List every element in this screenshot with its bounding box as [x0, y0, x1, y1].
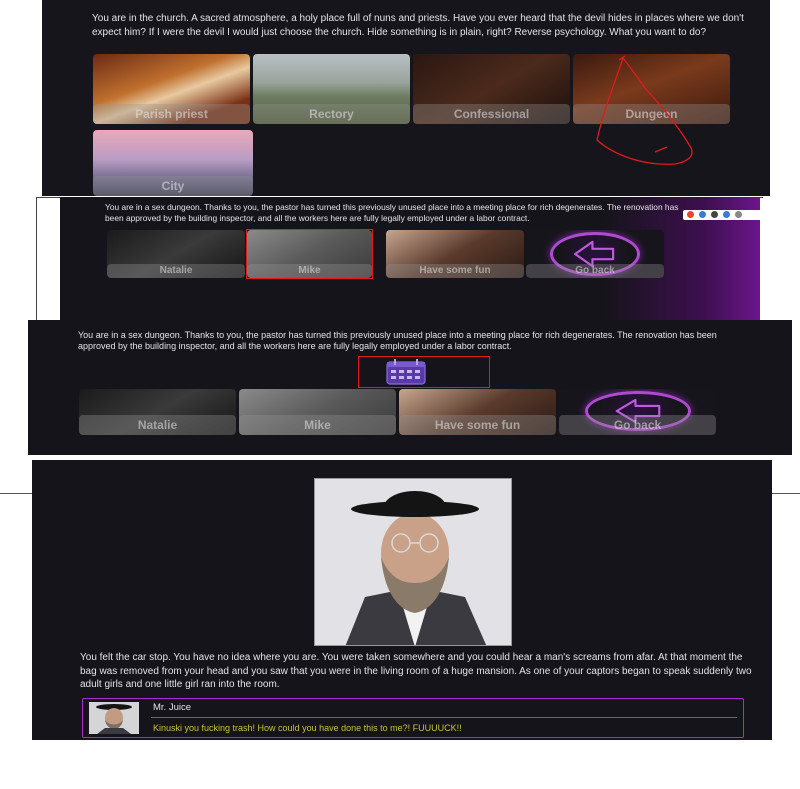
red-highlight-box-calendar — [358, 356, 490, 388]
option-confessional[interactable]: Confessional — [413, 54, 570, 124]
option-label: Natalie — [107, 264, 245, 278]
dungeon-story-text: You are in a sex dungeon. Thanks to you,… — [105, 202, 679, 223]
speaker-avatar — [89, 702, 139, 734]
option-go-back[interactable]: Go back — [526, 230, 664, 278]
option-label: Go back — [526, 264, 664, 278]
option-city[interactable]: City — [93, 130, 253, 196]
option-label: Natalie — [79, 415, 236, 435]
option-parish-priest[interactable]: Parish priest — [93, 54, 250, 124]
mansion-story-text: You felt the car stop. You have no idea … — [80, 652, 752, 690]
option-have-some-fun[interactable]: Have some fun — [386, 230, 524, 278]
dialog-line: Kinuski you fucking trash! How could you… — [153, 723, 462, 733]
option-mike-2[interactable]: Mike — [239, 389, 396, 435]
option-label: Have some fun — [399, 415, 556, 435]
option-label: City — [93, 176, 253, 196]
option-rectory[interactable]: Rectory — [253, 54, 410, 124]
option-natalie-2[interactable]: Natalie — [79, 389, 236, 435]
option-go-back-2[interactable]: Go back — [559, 389, 716, 435]
dialog-box: Mr. Juice Kinuski you fucking trash! How… — [82, 698, 744, 738]
option-label: Have some fun — [386, 264, 524, 278]
option-have-some-fun-2[interactable]: Have some fun — [399, 389, 556, 435]
character-portrait — [314, 478, 512, 646]
speaker-name: Mr. Juice — [153, 702, 192, 713]
church-story-text: You are in the church. A sacred atmosphe… — [92, 13, 744, 38]
red-annotation-scribble — [596, 55, 693, 165]
option-label: Rectory — [253, 104, 410, 124]
red-highlight-box — [246, 229, 373, 279]
option-label: Go back — [559, 415, 716, 435]
option-natalie[interactable]: Natalie — [107, 230, 245, 278]
option-label: Parish priest — [93, 104, 250, 124]
dialog-separator — [151, 717, 737, 718]
option-label: Confessional — [413, 104, 570, 124]
dungeon-story-text-2: You are in a sex dungeon. Thanks to you,… — [78, 330, 717, 351]
browser-extension-badge — [683, 210, 763, 220]
option-label: Mike — [239, 415, 396, 435]
